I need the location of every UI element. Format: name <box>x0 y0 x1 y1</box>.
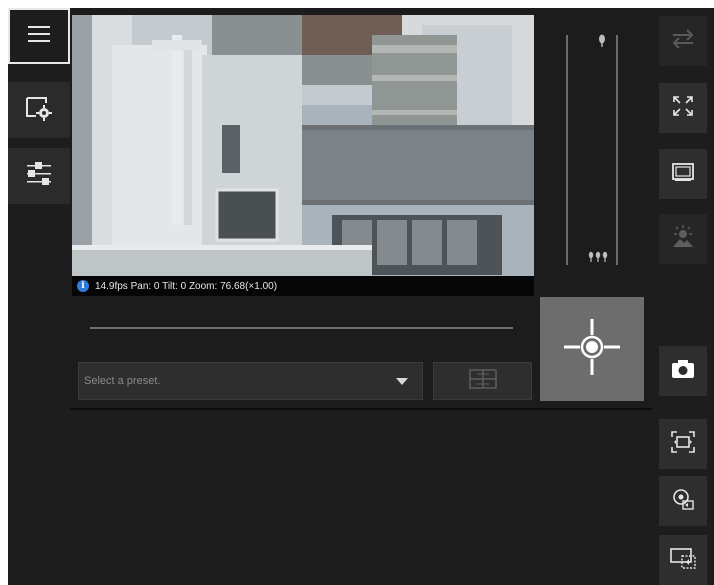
adjust-button[interactable] <box>8 148 70 204</box>
camera-icon <box>669 357 697 385</box>
zoom-slider[interactable] <box>564 15 618 273</box>
swap-arrows-icon <box>670 28 696 54</box>
settings-button[interactable] <box>8 82 70 138</box>
sliders-icon <box>24 160 54 192</box>
focus-frame-icon <box>669 429 697 459</box>
zoom-rail-right <box>616 35 618 265</box>
preset-grid-button[interactable] <box>433 362 532 400</box>
region-select-icon <box>668 544 698 576</box>
zoom-rail-left <box>566 35 568 265</box>
preset-select[interactable]: Select a preset. <box>78 362 423 400</box>
info-icon: i <box>77 280 89 292</box>
hamburger-menu-icon <box>26 23 52 49</box>
wide-trees-icon <box>588 248 608 267</box>
menu-button[interactable] <box>8 8 70 64</box>
ptz-center-button[interactable] <box>540 297 644 401</box>
expand-arrows-icon <box>670 93 696 123</box>
snapshot-button[interactable] <box>659 346 707 396</box>
section-divider <box>70 408 652 410</box>
crosshair-icon <box>562 317 622 381</box>
swap-view-button[interactable] <box>659 16 707 66</box>
ptz-click-button[interactable] <box>659 476 707 526</box>
camera-viewer-app: i 14.9fps Pan: 0 Tilt: 0 Zoom: 76.68(×1.… <box>0 0 714 585</box>
day-night-button[interactable] <box>659 214 707 264</box>
region-select-button[interactable] <box>659 535 707 585</box>
main-panel: i 14.9fps Pan: 0 Tilt: 0 Zoom: 76.68(×1.… <box>70 8 652 585</box>
window-gear-icon <box>24 94 54 126</box>
tele-tree-icon <box>598 33 606 52</box>
left-sidebar <box>8 8 70 585</box>
status-text: 14.9fps Pan: 0 Tilt: 0 Zoom: 76.68(×1.00… <box>95 280 278 292</box>
frame-icon <box>670 161 696 187</box>
chevron-down-icon <box>396 377 408 385</box>
zoom-track[interactable] <box>90 327 513 329</box>
preset-placeholder: Select a preset. <box>84 375 161 387</box>
frame-view-button[interactable] <box>659 149 707 199</box>
auto-focus-button[interactable] <box>659 419 707 469</box>
camera-scene <box>72 15 534 284</box>
right-toolbar <box>652 8 714 585</box>
pointer-target-icon <box>669 485 697 517</box>
status-bar: i 14.9fps Pan: 0 Tilt: 0 Zoom: 76.68(×1.… <box>72 276 534 296</box>
grid-icon <box>465 368 501 394</box>
camera-live-view[interactable] <box>72 15 534 284</box>
sun-landscape-icon <box>669 223 697 255</box>
fullscreen-button[interactable] <box>659 83 707 133</box>
